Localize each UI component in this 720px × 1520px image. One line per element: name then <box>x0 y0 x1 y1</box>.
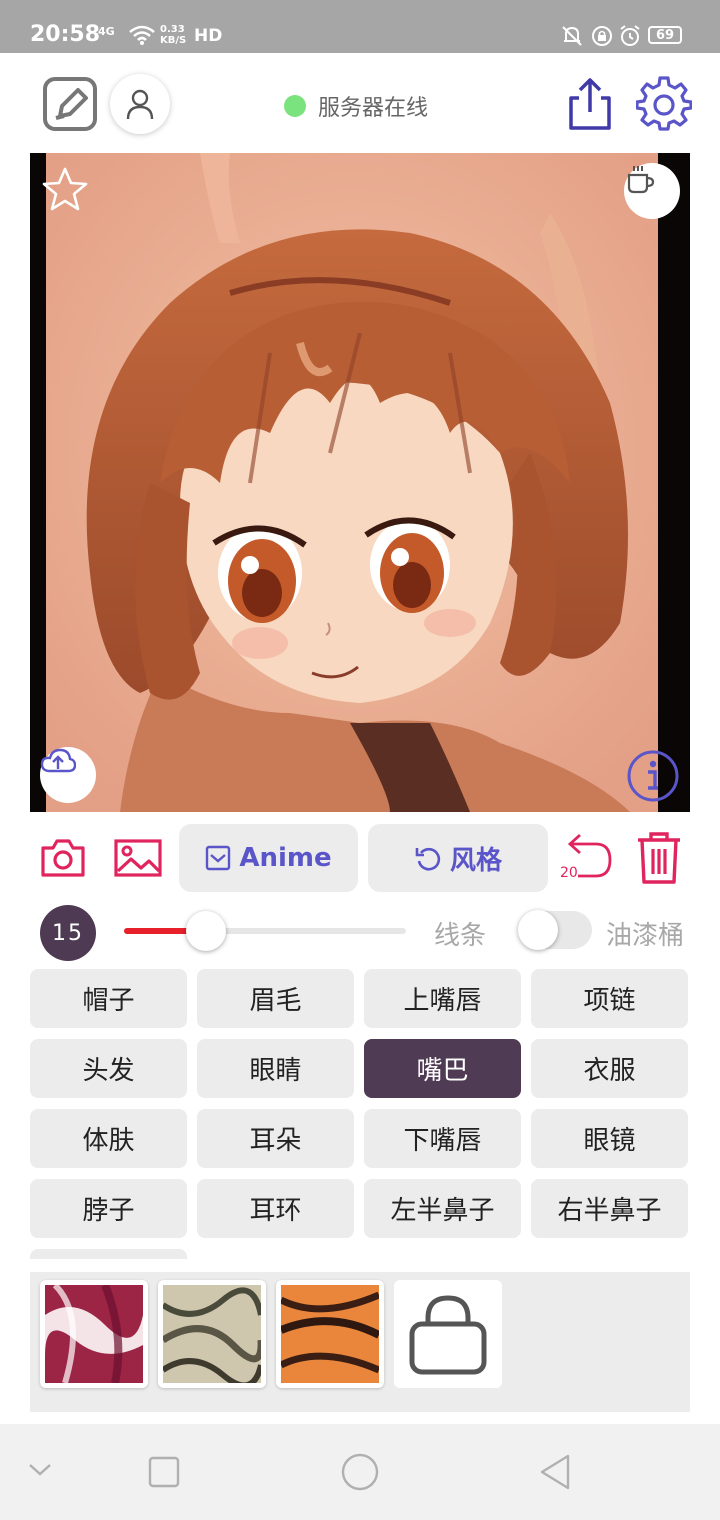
coffee-button[interactable] <box>624 163 680 219</box>
anime-style-label: Anime <box>239 843 332 873</box>
share-button[interactable] <box>562 76 618 132</box>
network-type: 4G <box>98 25 115 38</box>
line-mode-label: 线条 <box>434 921 487 951</box>
texture-swatch-khaki[interactable] <box>158 1280 266 1388</box>
segment-part-grid: 帽子 眉毛 上嘴唇 项链头发 眼睛 嘴巴 衣服体肤 耳朵 下嘴唇 眼镜脖子 耳环 左半鼻子 右半鼻子 <box>30 969 690 1259</box>
status-bar: 20:58 4G 0.33 KB/S HD 69 <box>0 0 720 53</box>
user-icon <box>126 89 154 120</box>
part-button[interactable]: 眼镜 <box>531 1109 688 1168</box>
brush-size-slider-thumb[interactable] <box>185 911 226 951</box>
back-icon[interactable] <box>538 1452 572 1492</box>
anime-portrait-image <box>30 153 690 812</box>
part-button[interactable]: 左半鼻子 <box>364 1179 521 1238</box>
favorite-button[interactable] <box>40 165 90 215</box>
part-button[interactable]: 帽子 <box>30 969 187 1028</box>
status-time: 20:58 <box>30 22 101 47</box>
lock-rotation-icon <box>592 26 612 46</box>
part-button-partial[interactable] <box>30 1249 187 1259</box>
part-button[interactable]: 右半鼻子 <box>531 1179 688 1238</box>
delete-button[interactable] <box>632 830 686 886</box>
brush-size-indicator: 15 <box>40 905 96 961</box>
texture-swatch-orange[interactable] <box>276 1280 384 1388</box>
part-button[interactable]: 上嘴唇 <box>364 969 521 1028</box>
shopping-bag-icon <box>409 1295 487 1375</box>
image-icon <box>114 839 162 877</box>
paint-bucket-label: 油漆桶 <box>606 921 685 951</box>
gear-icon <box>636 76 692 131</box>
pen-square-icon <box>43 77 97 131</box>
cloud-upload-icon <box>40 748 76 773</box>
envelope-square-icon <box>206 845 231 871</box>
undo-count: 20 <box>560 865 578 881</box>
network-speed: 0.33 KB/S <box>160 24 186 46</box>
part-button[interactable]: 嘴巴 <box>364 1039 521 1098</box>
battery-indicator: 69 <box>648 26 682 44</box>
texture-image <box>45 1285 143 1383</box>
part-button[interactable]: 衣服 <box>531 1039 688 1098</box>
paint-bucket-toggle-knob[interactable] <box>518 910 558 950</box>
part-button[interactable]: 项链 <box>531 969 688 1028</box>
hd-indicator: HD <box>194 26 223 46</box>
share-icon <box>569 78 611 130</box>
part-button[interactable]: 眼睛 <box>197 1039 354 1098</box>
recent-apps-icon[interactable] <box>148 1456 180 1488</box>
part-button[interactable]: 脖子 <box>30 1179 187 1238</box>
home-icon[interactable] <box>340 1452 380 1492</box>
star-icon <box>42 167 88 211</box>
generated-image-canvas[interactable] <box>30 153 690 812</box>
texture-image <box>281 1285 379 1383</box>
texture-swatch-red[interactable] <box>40 1280 148 1388</box>
upload-button[interactable] <box>40 747 96 803</box>
chevron-down-icon[interactable] <box>28 1462 52 1478</box>
part-button[interactable]: 耳朵 <box>197 1109 354 1168</box>
part-button[interactable]: 头发 <box>30 1039 187 1098</box>
server-status-text: 服务器在线 <box>318 96 429 121</box>
texture-image <box>163 1285 261 1383</box>
alarm-icon <box>620 25 640 46</box>
camera-icon <box>41 839 85 877</box>
part-button[interactable]: 耳环 <box>197 1179 354 1238</box>
edit-sketch-button[interactable] <box>42 76 98 132</box>
coffee-cup-icon <box>627 166 655 194</box>
texture-strip <box>30 1272 690 1412</box>
undo-button[interactable]: 20 <box>556 830 616 886</box>
info-icon <box>627 750 679 802</box>
gallery-button[interactable] <box>112 835 164 881</box>
status-dot <box>284 95 306 117</box>
server-status: 服务器在线 <box>284 90 428 122</box>
random-style-label: 风格 <box>449 845 502 876</box>
anime-style-button[interactable]: Anime <box>179 824 358 892</box>
system-navigation-bar <box>0 1424 720 1520</box>
speed-unit: KB/S <box>160 35 187 46</box>
wifi-icon <box>129 25 155 45</box>
refresh-icon <box>415 847 441 871</box>
part-button[interactable]: 体肤 <box>30 1109 187 1168</box>
random-style-button[interactable]: 风格 <box>368 824 548 892</box>
part-button[interactable]: 眉毛 <box>197 969 354 1028</box>
info-button[interactable] <box>626 749 680 803</box>
speed-value: 0.33 <box>160 24 185 35</box>
camera-button[interactable] <box>40 835 86 881</box>
settings-button[interactable] <box>634 74 694 134</box>
texture-store-button[interactable] <box>394 1280 502 1388</box>
trash-icon <box>638 832 680 884</box>
part-button[interactable]: 下嘴唇 <box>364 1109 521 1168</box>
account-button[interactable] <box>110 74 170 134</box>
bell-muted-icon <box>562 26 582 46</box>
